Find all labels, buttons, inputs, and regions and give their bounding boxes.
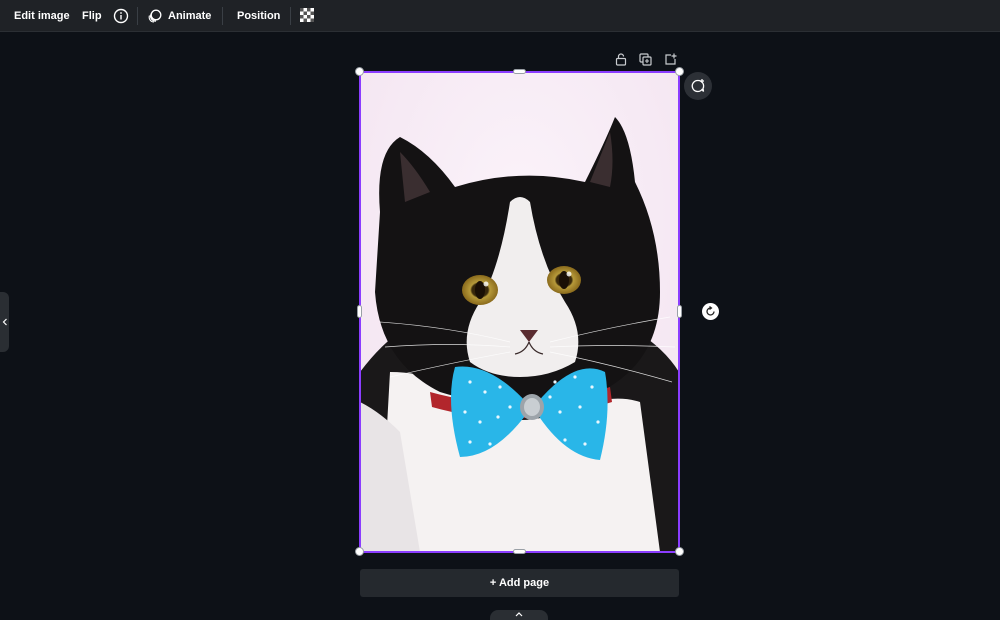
cat-photo[interactable] [360, 72, 679, 552]
resize-handle-right[interactable] [677, 305, 682, 318]
comment-add-icon [690, 78, 706, 94]
position-button[interactable]: Position [237, 0, 280, 32]
toolbar-divider [290, 7, 291, 25]
editor-toolbar: Edit image Flip Animate Position [0, 0, 1000, 32]
side-panel-toggle[interactable] [0, 292, 9, 352]
rotate-button[interactable] [702, 303, 719, 320]
flip-button[interactable]: Flip [82, 0, 102, 32]
bottom-panel-toggle[interactable] [490, 610, 548, 620]
resize-handle-bottom[interactable] [513, 549, 526, 554]
resize-handle-top[interactable] [513, 69, 526, 74]
transparency-icon[interactable] [300, 8, 314, 22]
resize-handle-top-left[interactable] [355, 67, 364, 76]
add-page-icon[interactable] [662, 52, 679, 66]
resize-handle-left[interactable] [357, 305, 362, 318]
animate-button[interactable]: Animate [148, 0, 211, 32]
resize-handle-bottom-right[interactable] [675, 547, 684, 556]
chevron-up-icon [515, 612, 523, 617]
duplicate-icon[interactable] [637, 52, 654, 66]
animate-icon [148, 9, 162, 23]
info-icon[interactable] [113, 8, 129, 24]
add-comment-button[interactable] [684, 72, 712, 100]
toolbar-divider [222, 7, 223, 25]
edit-image-button[interactable]: Edit image [14, 0, 70, 32]
rotate-icon [705, 306, 716, 317]
add-page-button[interactable]: + Add page [360, 569, 679, 597]
animate-label: Animate [168, 9, 212, 22]
resize-handle-bottom-left[interactable] [355, 547, 364, 556]
page-controls [612, 52, 679, 66]
lock-icon[interactable] [612, 52, 629, 66]
resize-handle-top-right[interactable] [675, 67, 684, 76]
design-page[interactable] [360, 72, 679, 552]
toolbar-divider [137, 7, 138, 25]
chevron-left-icon [2, 318, 8, 326]
